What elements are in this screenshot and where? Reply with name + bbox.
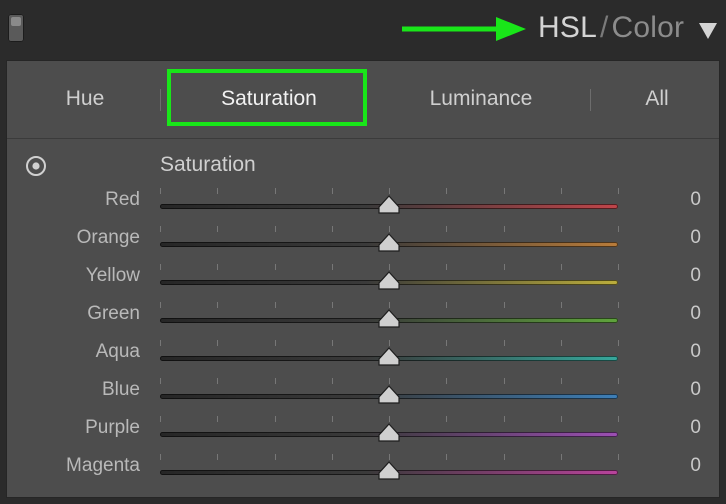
tab-bar: Hue Saturation Luminance All: [7, 61, 719, 139]
slider-ticks: [160, 264, 619, 270]
hsl-panel: Hue Saturation Luminance All Saturation …: [6, 60, 720, 498]
slider-thumb[interactable]: [378, 423, 400, 445]
slider-row-orange: Orange 0: [7, 222, 719, 260]
slider-ticks: [160, 302, 619, 308]
tab-hue[interactable]: Hue: [45, 81, 125, 117]
tab-all[interactable]: All: [617, 81, 697, 117]
slider-ticks: [160, 416, 619, 422]
slider-value[interactable]: 0: [661, 455, 701, 477]
tab-divider: [590, 89, 591, 111]
slider-ticks: [160, 226, 619, 232]
tab-divider: [160, 89, 161, 111]
tab-luminance[interactable]: Luminance: [407, 81, 555, 117]
slider-ticks: [160, 340, 619, 346]
slider-thumb[interactable]: [378, 195, 400, 217]
slider-value[interactable]: 0: [661, 303, 701, 325]
slider-value[interactable]: 0: [661, 227, 701, 249]
slider-value[interactable]: 0: [661, 417, 701, 439]
slider-value[interactable]: 0: [661, 379, 701, 401]
panel-header: HSL / Color: [0, 0, 726, 60]
triangle-down-icon[interactable]: [698, 22, 718, 40]
slider-row-blue: Blue 0: [7, 374, 719, 412]
slider-ticks: [160, 188, 619, 194]
saturation-tab-highlight: [167, 69, 367, 126]
slider-value[interactable]: 0: [661, 189, 701, 211]
slider-row-red: Red 0: [7, 184, 719, 222]
slider-row-purple: Purple 0: [7, 412, 719, 450]
slider-value[interactable]: 0: [661, 341, 701, 363]
green-arrow-icon: [402, 17, 526, 41]
slider-thumb[interactable]: [378, 309, 400, 331]
slider-row-yellow: Yellow 0: [7, 260, 719, 298]
slider-row-magenta: Magenta 0: [7, 450, 719, 488]
slider-row-green: Green 0: [7, 298, 719, 336]
slider-thumb[interactable]: [378, 385, 400, 407]
title-separator: /: [599, 11, 609, 44]
title-hsl[interactable]: HSL: [538, 11, 597, 44]
target-adjustment-icon[interactable]: [25, 155, 47, 177]
tab-divider-rule: [7, 138, 719, 139]
slider-thumb[interactable]: [378, 461, 400, 483]
slider-thumb[interactable]: [378, 233, 400, 255]
title-color[interactable]: Color: [612, 11, 685, 44]
slider-value[interactable]: 0: [661, 265, 701, 287]
slider-ticks: [160, 378, 619, 384]
slider-thumb[interactable]: [378, 347, 400, 369]
section-label: Saturation: [160, 153, 256, 176]
panel-toggle-icon[interactable]: [8, 14, 24, 42]
slider-thumb[interactable]: [378, 271, 400, 293]
slider-row-aqua: Aqua 0: [7, 336, 719, 374]
panel-title[interactable]: HSL / Color: [538, 11, 684, 45]
slider-ticks: [160, 454, 619, 460]
